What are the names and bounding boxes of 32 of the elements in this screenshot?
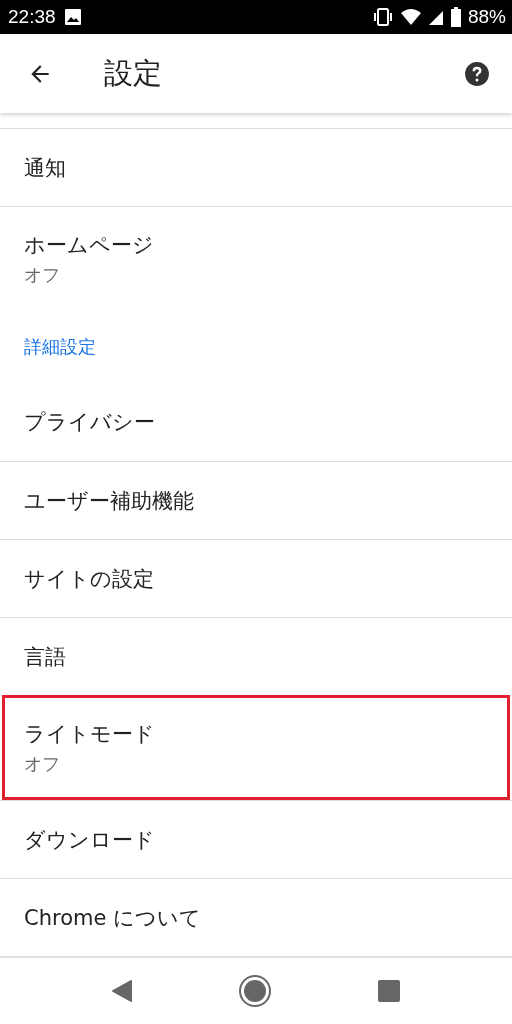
settings-item[interactable]: プライバシー [0, 383, 512, 461]
settings-item[interactable]: Chrome について [0, 878, 512, 956]
item-title: 言語 [24, 643, 67, 671]
home-icon[interactable] [238, 974, 272, 1008]
item-title: ダウンロード [24, 826, 156, 854]
item-title: プライバシー [24, 409, 156, 436]
page-title: 設定 [104, 54, 163, 92]
vibrate-icon [371, 8, 394, 26]
battery-icon [449, 7, 462, 27]
item-title: ライトモード [24, 720, 156, 748]
item-subtitle: オフ [24, 751, 61, 776]
item-title: ユーザー補助機能 [24, 487, 195, 515]
item-subtitle: オフ [24, 263, 61, 287]
settings-item[interactable]: 言語 [0, 617, 512, 695]
settings-item[interactable]: 通知 [0, 128, 512, 206]
item-title: サイトの設定 [24, 565, 155, 593]
settings-item[interactable]: ライトモード オフ [2, 695, 510, 800]
battery-percent: 88% [467, 6, 506, 28]
help-icon[interactable] [464, 60, 490, 87]
settings-item[interactable]: ホームページ オフ [0, 206, 512, 311]
recents-icon[interactable] [377, 979, 401, 1003]
settings-item[interactable]: サイトの設定 [0, 539, 512, 617]
item-title: 通知 [24, 154, 67, 182]
settings-item[interactable]: ダウンロード [0, 800, 512, 878]
item-title: Chrome について [24, 904, 203, 932]
clock-time: 22:38 [8, 6, 56, 28]
wifi-icon [399, 8, 422, 26]
settings-item[interactable]: ユーザー補助機能 [0, 461, 512, 539]
item-title: ホームページ [24, 232, 155, 259]
image-icon [63, 8, 82, 26]
back-icon[interactable] [111, 979, 133, 1003]
section-header: 詳細設定 [23, 335, 97, 359]
